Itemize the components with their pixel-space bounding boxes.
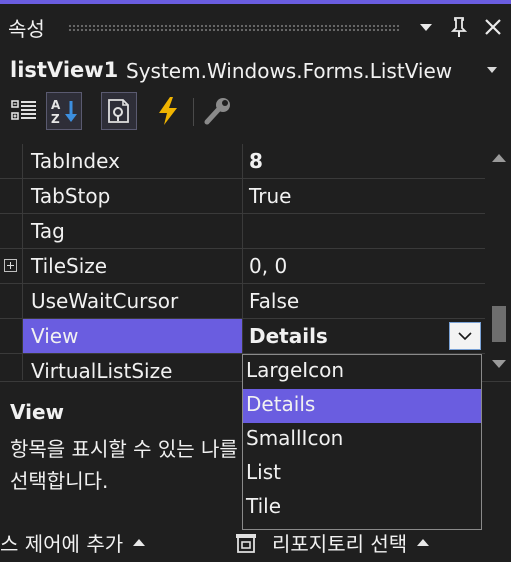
value-dropdown-button[interactable]: [449, 322, 481, 350]
panel-title: 속성: [8, 17, 45, 41]
add-to-source-control-label: 스 제어에 추가: [0, 532, 124, 556]
dropdown-option[interactable]: Tile: [243, 491, 481, 525]
property-row-usewaitcursor[interactable]: UseWaitCursor False: [0, 284, 485, 319]
property-row-tabindex[interactable]: TabIndex 8: [0, 144, 485, 179]
vertical-scrollbar[interactable]: [485, 144, 511, 380]
property-grid: TabIndex 8 TabStop True Tag TileSize 0, …: [0, 144, 485, 380]
chevron-up-icon: [417, 539, 430, 546]
alphabetical-button[interactable]: A Z: [46, 92, 82, 130]
wrench-icon: [204, 98, 230, 125]
description-text: 항목을 표시할 수 있는 나를 선택합니다.: [10, 437, 238, 493]
property-name: UseWaitCursor: [22, 284, 242, 318]
property-name: TabStop: [22, 179, 242, 213]
property-name: Tag: [22, 214, 242, 248]
property-value[interactable]: True: [242, 179, 485, 213]
property-name: View: [22, 319, 242, 353]
alphabetical-icon: A Z: [51, 98, 77, 125]
dropdown-option[interactable]: List: [243, 457, 481, 491]
property-row-tag[interactable]: Tag: [0, 214, 485, 249]
dropdown-option-selected[interactable]: Details: [243, 389, 481, 423]
properties-icon: [108, 99, 129, 123]
object-type: System.Windows.Forms.ListView: [126, 59, 453, 83]
chevron-down-icon: [458, 331, 472, 340]
categorized-icon: [11, 100, 36, 120]
property-name: TabIndex: [22, 144, 242, 178]
add-to-source-control-button[interactable]: 스 제어에 추가: [0, 528, 146, 557]
dropdown-option[interactable]: SmallIcon: [243, 423, 481, 457]
property-row-tabstop[interactable]: TabStop True: [0, 179, 485, 214]
property-value[interactable]: 0, 0: [242, 249, 485, 283]
pin-icon: [451, 17, 467, 37]
categorized-button[interactable]: [6, 92, 42, 130]
property-row-tilesize[interactable]: TileSize 0, 0: [0, 249, 485, 284]
svg-text:A: A: [51, 98, 61, 112]
chevron-down-icon: [420, 23, 432, 31]
object-name: listView1: [10, 58, 119, 82]
dropdown-option[interactable]: LargeIcon: [243, 355, 481, 389]
property-value[interactable]: [242, 214, 485, 248]
scroll-down-icon[interactable]: [492, 360, 506, 368]
scroll-up-icon[interactable]: [492, 154, 506, 162]
status-bar: 스 제어에 추가 리포지토리 선택: [0, 522, 511, 562]
property-row-view[interactable]: View Details: [0, 319, 485, 354]
scroll-thumb[interactable]: [492, 306, 506, 342]
property-value[interactable]: False: [242, 284, 485, 318]
chevron-up-icon: [133, 539, 146, 546]
properties-button[interactable]: [101, 92, 137, 130]
view-dropdown-list[interactable]: LargeIcon Details SmallIcon List Tile: [242, 354, 482, 530]
select-repository-button[interactable]: 리포지토리 선택: [234, 528, 430, 557]
property-value[interactable]: 8: [242, 144, 485, 178]
description-title: View: [10, 400, 65, 424]
chevron-down-icon[interactable]: [487, 67, 497, 73]
repository-icon: [236, 533, 256, 553]
events-button[interactable]: [150, 92, 186, 130]
drag-grip[interactable]: [68, 24, 400, 32]
events-icon: [159, 97, 177, 125]
select-repository-label: 리포지토리 선택: [272, 532, 408, 556]
panel-title-bar[interactable]: 속성: [0, 4, 511, 48]
property-name: TileSize: [22, 249, 242, 283]
close-button[interactable]: [481, 14, 505, 40]
pin-button[interactable]: [447, 14, 471, 40]
expand-icon[interactable]: [4, 259, 17, 272]
window-position-dropdown-button[interactable]: [414, 14, 438, 40]
toolbar-separator: [193, 98, 194, 126]
object-selector[interactable]: listView1 System.Windows.Forms.ListView: [0, 50, 511, 92]
property-name: VirtualListSize: [22, 354, 242, 380]
svg-text:Z: Z: [51, 112, 60, 125]
properties-toolbar: A Z: [0, 92, 511, 136]
close-icon: [485, 19, 501, 35]
property-pages-button[interactable]: [200, 92, 236, 130]
